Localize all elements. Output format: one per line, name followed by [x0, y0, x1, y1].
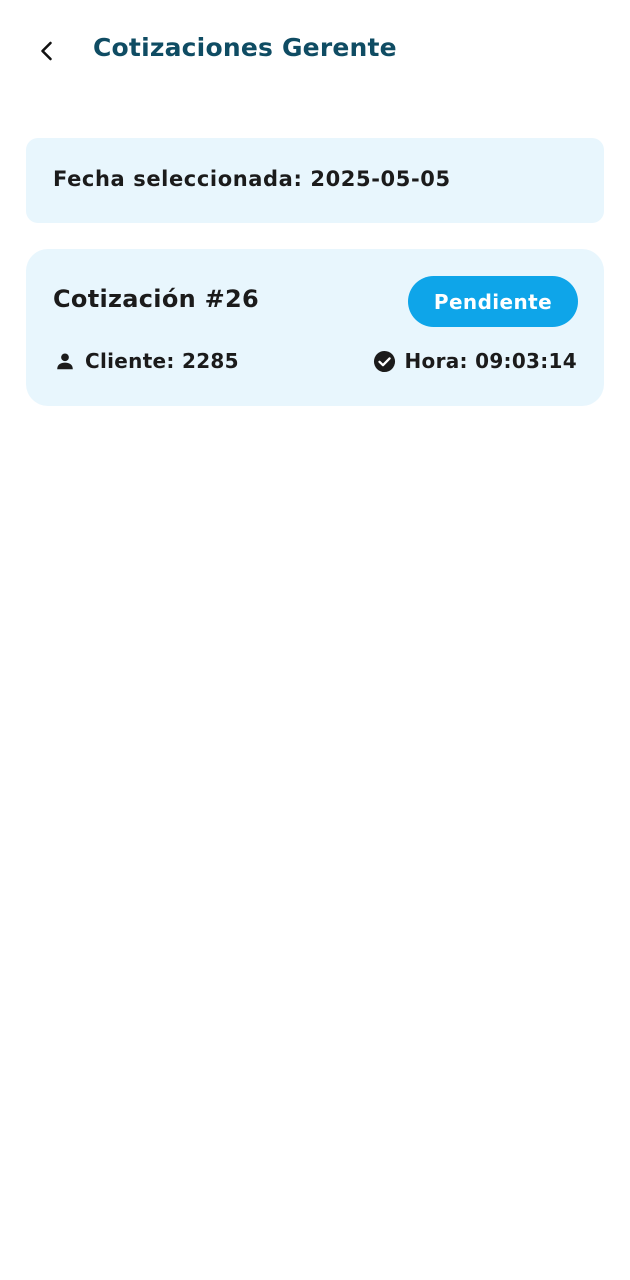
quotes-screen: Cotizaciones Gerente Fecha seleccionada:…: [0, 0, 630, 1280]
time-info: Hora: 09:03:14: [373, 349, 578, 373]
client-label: Cliente: 2285: [85, 349, 239, 373]
quote-card[interactable]: Cotización #26 Pendiente Cliente: 2285 H…: [26, 249, 604, 406]
person-icon: [53, 349, 77, 373]
status-badge: Pendiente: [408, 276, 578, 327]
app-bar: Cotizaciones Gerente: [0, 0, 630, 104]
chevron-left-icon: [41, 41, 52, 61]
check-circle-icon: [373, 349, 397, 373]
back-button[interactable]: [26, 30, 68, 72]
client-info: Cliente: 2285: [53, 349, 239, 373]
quote-title: Cotización #26: [53, 285, 260, 313]
time-label: Hora: 09:03:14: [404, 349, 577, 373]
page-title: Cotizaciones Gerente: [93, 33, 397, 62]
selected-date-text: Fecha seleccionada: 2025-05-05: [53, 167, 451, 191]
selected-date-banner: Fecha seleccionada: 2025-05-05: [26, 138, 604, 223]
